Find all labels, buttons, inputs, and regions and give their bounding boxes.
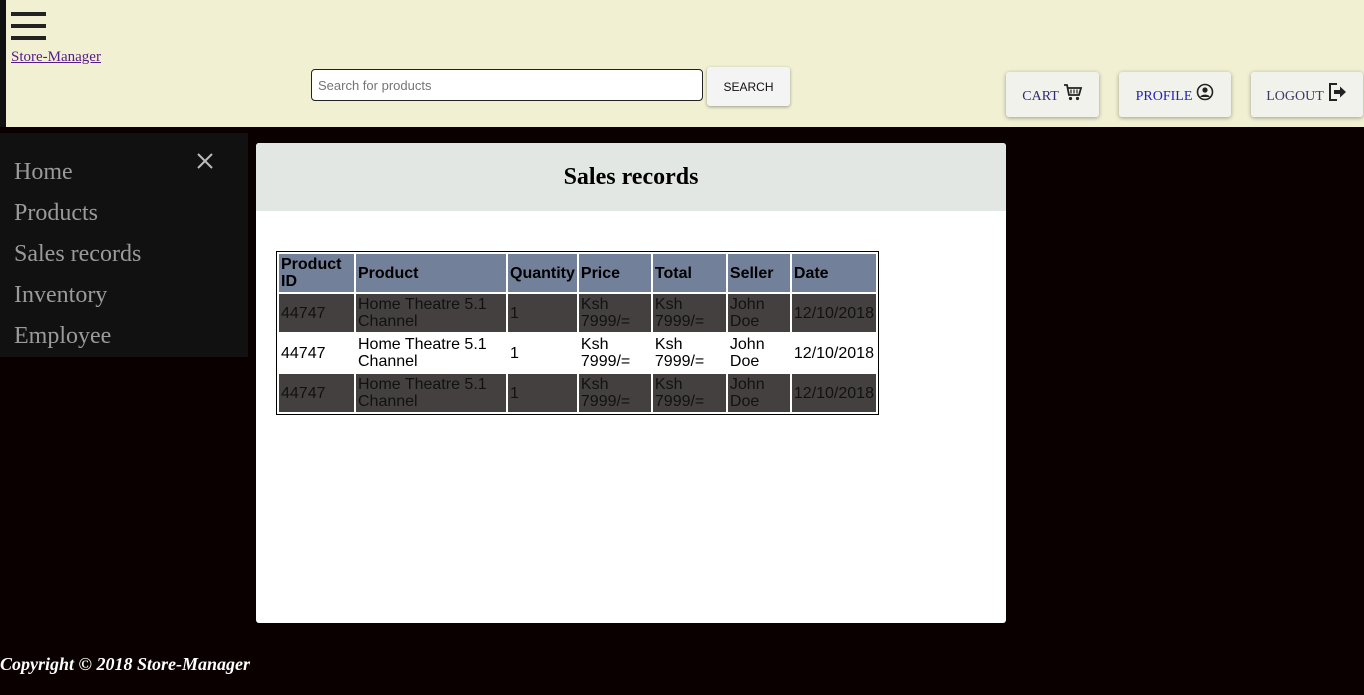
search-input[interactable] <box>311 69 703 101</box>
cell-product-id: 44747 <box>279 294 354 332</box>
cell-date: 12/10/2018 <box>791 374 876 412</box>
footer-copyright: Copyright © 2018 Store-Manager <box>0 654 250 674</box>
cell-product-id: 44747 <box>279 334 354 372</box>
column-header-price: Price <box>578 254 651 292</box>
table-row[interactable]: 44747 Home Theatre 5.1 Channel 1 Ksh 799… <box>279 294 876 332</box>
sidebar-item-employee[interactable]: Employee <box>14 323 111 350</box>
column-header-product-id: Product ID <box>279 254 354 292</box>
cell-quantity: 1 <box>508 334 577 372</box>
table-row[interactable]: 44747 Home Theatre 5.1 Channel 1 Ksh 799… <box>279 334 876 372</box>
cart-icon <box>1063 83 1082 100</box>
column-header-product: Product <box>356 254 506 292</box>
cell-price: Ksh 7999/= <box>578 294 651 332</box>
cell-product-id: 44747 <box>279 374 354 412</box>
cart-button[interactable]: CART <box>1006 72 1099 117</box>
cell-seller: John Doe <box>727 374 790 412</box>
sales-table: Product ID Product Quantity Price Total … <box>276 251 879 415</box>
logout-button[interactable]: LOGOUT <box>1251 72 1363 117</box>
sign-out-icon <box>1328 82 1346 101</box>
sidebar-item-home[interactable]: Home <box>14 159 73 186</box>
cell-product: Home Theatre 5.1 Channel <box>356 374 506 412</box>
column-header-seller: Seller <box>727 254 790 292</box>
cell-date: 12/10/2018 <box>791 334 876 372</box>
sales-records-card: Sales records Product ID Product Quantit… <box>256 143 1006 623</box>
search-button[interactable]: SEARCH <box>707 67 790 106</box>
close-icon[interactable] <box>193 149 217 173</box>
cell-seller: John Doe <box>727 294 790 332</box>
cell-product: Home Theatre 5.1 Channel <box>356 294 506 332</box>
cell-total: Ksh 7999/= <box>652 374 726 412</box>
profile-label: PROFILE <box>1135 88 1193 104</box>
cell-total: Ksh 7999/= <box>652 334 726 372</box>
cell-total: Ksh 7999/= <box>652 294 726 332</box>
cell-date: 12/10/2018 <box>791 294 876 332</box>
column-header-quantity: Quantity <box>508 254 577 292</box>
cell-product: Home Theatre 5.1 Channel <box>356 334 506 372</box>
column-header-total: Total <box>652 254 726 292</box>
cell-price: Ksh 7999/= <box>578 334 651 372</box>
logout-label: LOGOUT <box>1266 88 1324 104</box>
column-header-date: Date <box>791 254 876 292</box>
cell-price: Ksh 7999/= <box>578 374 651 412</box>
profile-button[interactable]: PROFILE <box>1119 72 1231 117</box>
cart-label: CART <box>1022 88 1059 104</box>
table-row[interactable]: 44747 Home Theatre 5.1 Channel 1 Ksh 799… <box>279 374 876 412</box>
cell-seller: John Doe <box>727 334 790 372</box>
sidebar: Home Products Sales records Inventory Em… <box>0 133 248 357</box>
user-circle-icon <box>1197 83 1214 100</box>
sidebar-item-sales-records[interactable]: Sales records <box>14 241 141 268</box>
top-header: Store-Manager SEARCH CART PROFILE LOGOUT <box>0 0 1364 127</box>
page-title: Sales records <box>256 143 1006 211</box>
sidebar-item-products[interactable]: Products <box>14 200 98 227</box>
cell-quantity: 1 <box>508 374 577 412</box>
cell-quantity: 1 <box>508 294 577 332</box>
brand-link[interactable]: Store-Manager <box>11 49 101 66</box>
hamburger-menu-icon[interactable] <box>11 12 46 40</box>
table-header-row: Product ID Product Quantity Price Total … <box>279 254 876 292</box>
header-left-bar <box>0 0 6 127</box>
sidebar-item-inventory[interactable]: Inventory <box>14 282 107 309</box>
